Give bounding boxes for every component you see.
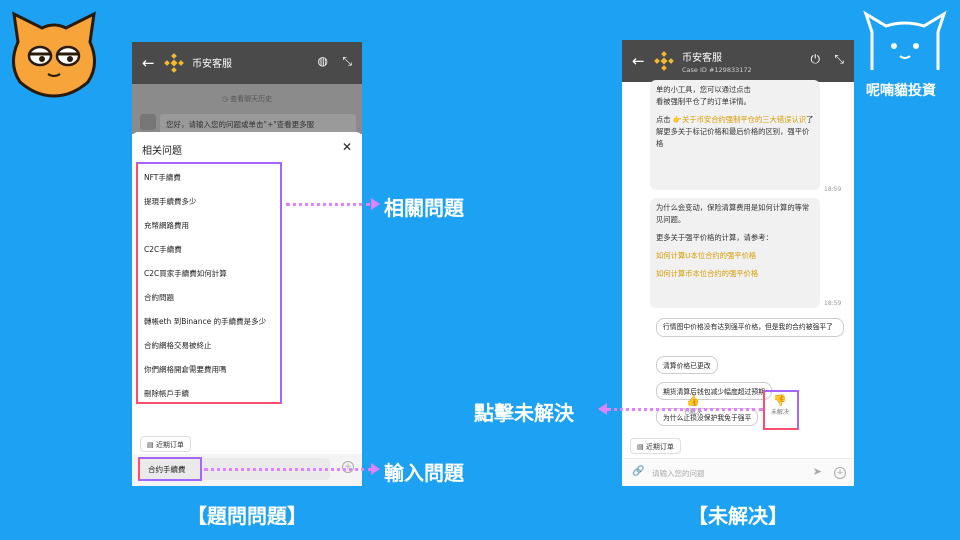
view-history-link[interactable]: ◷ 查看聊天历史 xyxy=(132,94,362,104)
cat-outline-icon xyxy=(863,10,947,70)
attachment-icon[interactable]: 🔗 xyxy=(632,466,644,477)
question-list: NFT手續費 提現手續費多少 充幣網路費用 C2C手續費 C2C買家手續費如何計… xyxy=(136,162,282,404)
bot-message: 单的小工具，您可以通过点击 看被强制平仓了的订单详情。 点击 👉关于币安合约强制… xyxy=(650,80,820,190)
message-time: 18:59 xyxy=(824,186,842,193)
chat-title: 币安客服 xyxy=(192,59,232,70)
dotted-connector xyxy=(204,468,372,471)
label-related-questions: 相關問題 xyxy=(384,196,464,220)
bot-greeting-message: 您好，请输入您的问题或单击"+"查看更多服 xyxy=(160,114,356,134)
message-time: 18:59 xyxy=(824,300,842,307)
forced-liquidation-link[interactable]: 👉关于币安合约强制平仓的三大错误认识 xyxy=(673,115,806,124)
label-input-question: 輸入問題 xyxy=(384,461,464,485)
dotted-connector xyxy=(607,408,763,411)
message-input[interactable]: 请输入您的问题 xyxy=(652,468,705,479)
send-icon[interactable]: ➤ xyxy=(813,465,822,478)
unresolved-highlight-box xyxy=(763,390,799,430)
question-item[interactable]: NFT手續費 xyxy=(144,172,181,183)
cat-mascot-icon xyxy=(12,11,96,98)
question-item[interactable]: C2C買家手續費如何計算 xyxy=(144,268,227,279)
minimize-icon[interactable]: ⤡ xyxy=(834,52,844,67)
dotted-connector xyxy=(286,203,370,206)
caption-right: 【未解决】 xyxy=(688,504,788,528)
binance-logo-icon xyxy=(654,51,674,71)
brand-name: 呢喃貓投資 xyxy=(866,83,936,99)
chat-area: 单的小工具，您可以通过点击 看被强制平仓了的订单详情。 点击 👉关于币安合约强制… xyxy=(622,80,854,486)
usdt-margined-link[interactable]: 如何计算U本位合约的强平价格 xyxy=(656,250,814,262)
left-phone-screen: ← 币安客服 ◍ ⤡ ◷ 查看聊天历史 您好，请输入您的问题或单击"+"查看更多… xyxy=(132,42,362,486)
case-id: Case ID #129833172 xyxy=(682,66,752,74)
suggestion-chip[interactable]: 期货清算后钱包减少幅度超过预期 xyxy=(656,382,772,400)
arrow-left-icon xyxy=(598,403,607,415)
arrow-right-icon xyxy=(371,198,380,210)
arrow-right-icon xyxy=(371,463,380,475)
binance-logo-icon xyxy=(164,53,184,73)
recent-orders-button[interactable]: ▤ 近期订单 xyxy=(630,438,681,454)
back-arrow-icon[interactable]: ← xyxy=(632,52,645,70)
plus-icon[interactable]: + xyxy=(834,467,846,479)
globe-icon[interactable]: ◍ xyxy=(318,54,328,68)
resolved-button[interactable]: 👍 已解决 xyxy=(678,394,708,416)
related-questions-sheet: 相关问题 ✕ NFT手續費 提現手續費多少 充幣網路費用 C2C手續費 C2C買… xyxy=(132,132,362,486)
thumbs-up-icon: 👍 xyxy=(686,394,700,407)
power-icon[interactable]: ⏻ xyxy=(811,52,821,67)
input-row: 🔗 请输入您的问题 ➤ + xyxy=(622,458,854,486)
chat-header: ← 币安客服 Case ID #129833172 ⏻ ⤡ xyxy=(622,40,854,82)
close-icon[interactable]: ✕ xyxy=(342,140,352,154)
right-phone-screen: ← 币安客服 Case ID #129833172 ⏻ ⤡ 单的小工具，您可以通… xyxy=(622,40,854,486)
input-highlight-box xyxy=(138,457,202,481)
question-item[interactable]: 合約網格交易被終止 xyxy=(144,340,212,351)
back-arrow-icon[interactable]: ← xyxy=(142,54,155,72)
plus-icon[interactable]: + xyxy=(342,461,354,473)
sheet-title: 相关问题 xyxy=(142,146,182,157)
question-item[interactable]: 你們網格開倉需要費用嗎 xyxy=(144,364,227,375)
question-item[interactable]: 轉帳eth 到Binance 的手續費是多少 xyxy=(144,316,266,327)
chat-title: 币安客服 xyxy=(682,53,722,64)
minimize-icon[interactable]: ⤡ xyxy=(342,54,352,69)
question-item[interactable]: 充幣網路費用 xyxy=(144,220,189,231)
question-item[interactable]: 合約問題 xyxy=(144,292,174,303)
bot-message: 为什么会变动，保险清算费用是如何计算的等常见问题。 更多关于强平价格的计算，请参… xyxy=(650,198,820,308)
chat-header: ← 币安客服 ◍ ⤡ xyxy=(132,42,362,84)
bot-avatar xyxy=(140,114,156,130)
coin-margined-link[interactable]: 如何计算币本位合约的强平价格 xyxy=(656,268,814,280)
question-item[interactable]: 提現手續費多少 xyxy=(144,196,197,207)
question-item[interactable]: 刪除帳戶手續 xyxy=(144,388,189,399)
caption-left: 【題問問題】 xyxy=(187,504,307,528)
label-click-unresolved: 點擊未解決 xyxy=(474,401,574,425)
question-item[interactable]: C2C手續費 xyxy=(144,244,182,255)
recent-orders-button[interactable]: ▤ 近期订单 xyxy=(140,436,191,452)
suggestion-chip[interactable]: 行情图中价格没有达到强平价格，但是我的合约被强平了 xyxy=(656,318,844,337)
suggestion-chip[interactable]: 清算价格已更改 xyxy=(656,356,718,374)
